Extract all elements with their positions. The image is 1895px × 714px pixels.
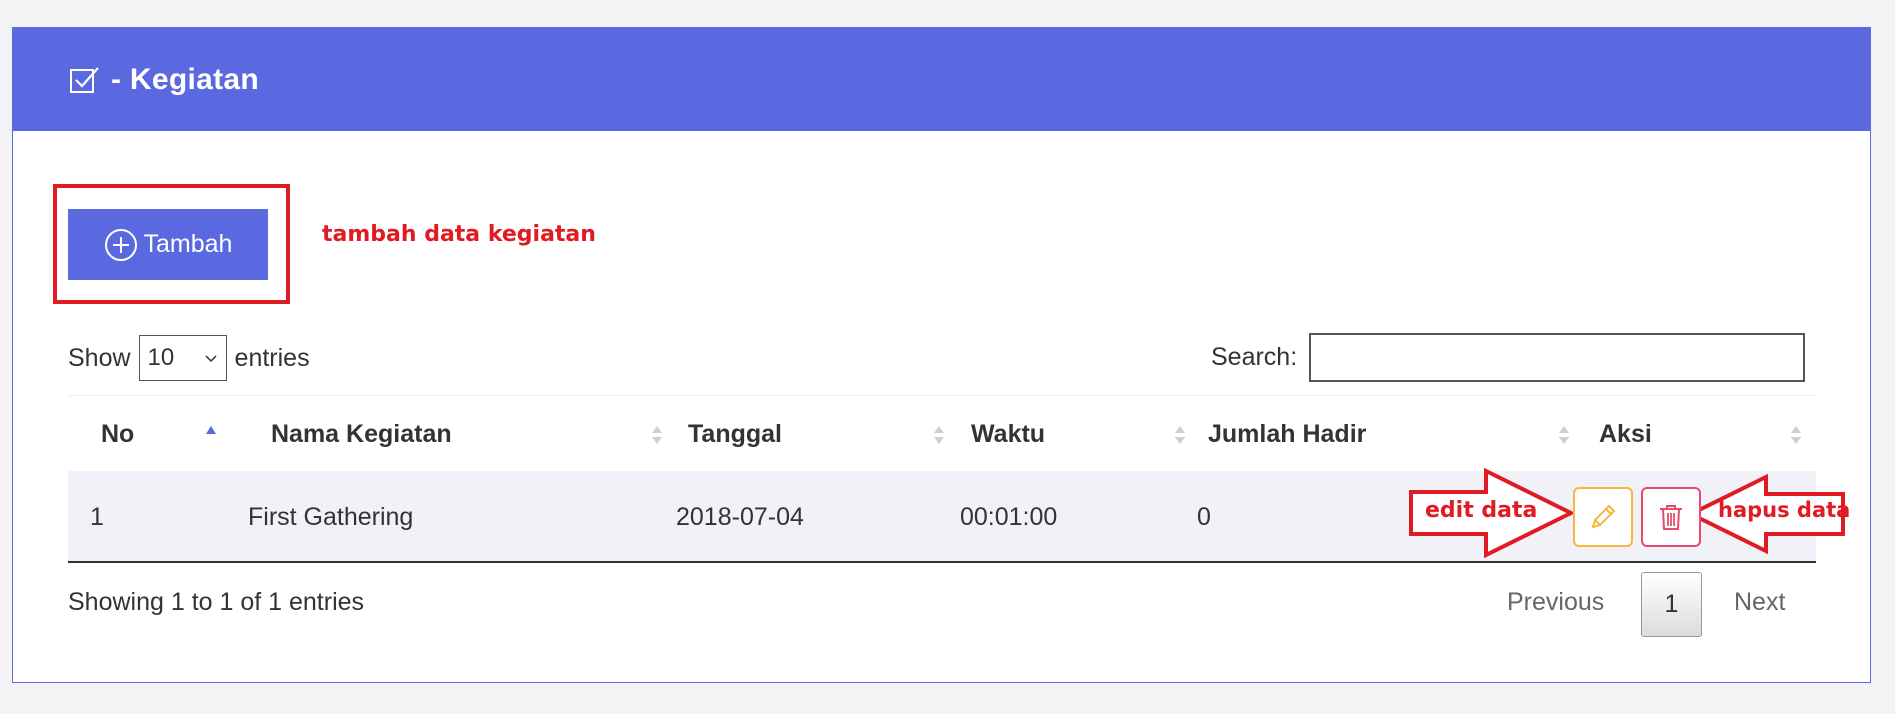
annotation-delete: hapus data bbox=[1718, 498, 1851, 522]
column-header-label: Nama Kegiatan bbox=[271, 419, 452, 448]
sort-icon bbox=[1175, 426, 1185, 444]
table-info: Showing 1 to 1 of 1 entries bbox=[68, 588, 365, 616]
cell-no: 1 bbox=[90, 502, 104, 531]
column-header-aksi[interactable]: Aksi bbox=[1581, 396, 1816, 472]
delete-button[interactable] bbox=[1641, 487, 1701, 547]
pencil-icon bbox=[1591, 504, 1616, 529]
entries-select-value: 10 bbox=[147, 344, 175, 371]
sort-icon bbox=[1559, 426, 1569, 444]
column-header-no[interactable]: No bbox=[68, 396, 248, 472]
show-label: Show bbox=[68, 343, 131, 372]
search-label: Search: bbox=[1211, 343, 1298, 371]
sort-icon bbox=[652, 426, 662, 444]
annotation-add: tambah data kegiatan bbox=[322, 222, 596, 247]
column-header-label: Jumlah Hadir bbox=[1208, 419, 1367, 448]
add-button[interactable]: Tambah bbox=[68, 209, 268, 280]
pagination-previous[interactable]: Previous bbox=[1507, 588, 1604, 617]
column-header-tanggal[interactable]: Tanggal bbox=[673, 396, 958, 472]
page-title: - Kegiatan bbox=[111, 62, 260, 96]
column-header-jumlah-hadir[interactable]: Jumlah Hadir bbox=[1197, 396, 1581, 472]
plus-circle-icon bbox=[104, 228, 137, 261]
column-header-waktu[interactable]: Waktu bbox=[958, 396, 1197, 472]
length-control: Show 10 entries bbox=[68, 335, 310, 381]
column-header-label: Tanggal bbox=[688, 419, 782, 448]
card-header: - Kegiatan bbox=[13, 28, 1870, 131]
entries-label: entries bbox=[234, 343, 310, 372]
sort-icon bbox=[934, 426, 944, 444]
column-header-label: No bbox=[101, 419, 135, 448]
cell-tanggal: 2018-07-04 bbox=[676, 502, 804, 531]
column-header-label: Aksi bbox=[1599, 419, 1652, 448]
column-header-nama-kegiatan[interactable]: Nama Kegiatan bbox=[248, 396, 673, 472]
trash-icon bbox=[1660, 505, 1682, 530]
sort-icon bbox=[1791, 426, 1801, 444]
sort-asc-icon bbox=[206, 426, 216, 434]
edit-button[interactable] bbox=[1573, 487, 1633, 547]
search-control: Search: bbox=[1211, 333, 1806, 382]
chevron-down-icon bbox=[205, 355, 217, 363]
cell-waktu: 00:01:00 bbox=[960, 502, 1058, 531]
pagination-next[interactable]: Next bbox=[1734, 588, 1785, 617]
add-button-label: Tambah bbox=[143, 230, 233, 258]
annotation-edit: edit data bbox=[1425, 498, 1538, 523]
search-input[interactable] bbox=[1309, 333, 1806, 382]
pagination-page-1[interactable]: 1 bbox=[1641, 572, 1702, 637]
table-header-row: No Nama Kegiatan Tanggal Waktu Jumlah Ha… bbox=[68, 395, 1816, 471]
column-header-label: Waktu bbox=[971, 419, 1046, 448]
cell-nama-kegiatan: First Gathering bbox=[248, 502, 414, 531]
entries-select[interactable]: 10 bbox=[138, 335, 227, 381]
checkbox-icon bbox=[70, 66, 99, 93]
